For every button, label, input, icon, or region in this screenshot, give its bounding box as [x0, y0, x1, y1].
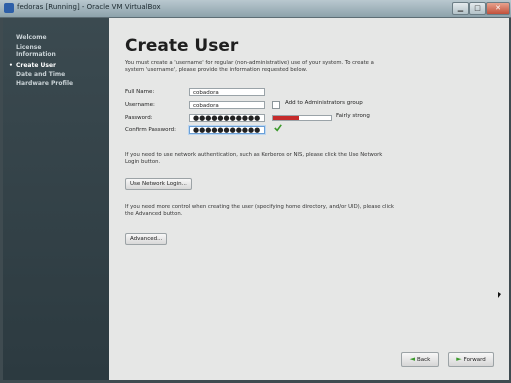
title-bar[interactable]: fedoras [Running] - Oracle VM VirtualBox…	[0, 0, 511, 18]
use-network-login-button[interactable]: Use Network Login...	[125, 178, 192, 190]
virtualbox-icon	[4, 3, 14, 13]
sidebar-item-welcome: Welcome	[16, 34, 47, 41]
sidebar-item-create-user: Create User	[16, 62, 56, 69]
maximize-button[interactable]: □	[469, 2, 486, 15]
password-strength-fill	[273, 116, 300, 120]
password-input[interactable]: ●●●●●●●●●●●	[189, 114, 265, 122]
page-title: Create User	[125, 36, 239, 56]
advanced-text: If you need more control when creating t…	[125, 204, 394, 217]
password-label: Password:	[125, 115, 153, 121]
sidebar: Welcome License Information • Create Use…	[3, 18, 109, 380]
back-arrow-icon: ◄	[409, 355, 416, 363]
intro-text: You must create a 'username' for regular…	[125, 60, 374, 73]
confirm-password-input[interactable]: ●●●●●●●●●●●	[189, 126, 265, 134]
forward-button-label: Forward	[463, 357, 486, 363]
username-input[interactable]: cobadora	[189, 101, 265, 109]
sidebar-item-hardware-profile: Hardware Profile	[16, 80, 74, 87]
confirm-password-label: Confirm Password:	[125, 127, 176, 133]
back-button-label: Back	[417, 357, 431, 363]
active-bullet-icon: •	[9, 62, 13, 69]
username-label: Username:	[125, 102, 155, 108]
admin-group-label: Add to Administrators group	[285, 100, 363, 106]
full-name-input[interactable]: cobadora	[189, 88, 265, 96]
virtualbox-window: fedoras [Running] - Oracle VM VirtualBox…	[0, 0, 511, 383]
mouse-cursor-icon	[498, 292, 501, 298]
forward-button[interactable]: ► Forward	[448, 352, 494, 367]
advanced-button[interactable]: Advanced...	[125, 233, 168, 245]
sidebar-item-date-time: Date and Time	[16, 71, 66, 78]
minimize-button[interactable]: ▁	[452, 2, 469, 15]
main-panel: Create User You must create a 'username'…	[109, 18, 509, 380]
sidebar-item-license: License Information	[16, 44, 56, 58]
forward-arrow-icon: ►	[456, 355, 462, 363]
network-login-text: If you need to use network authenticatio…	[125, 152, 383, 165]
password-strength-bar	[272, 115, 332, 121]
password-strength-label: Fairly strong	[336, 113, 370, 119]
full-name-label: Full Name:	[125, 89, 155, 95]
window-title: fedoras [Running] - Oracle VM VirtualBox	[17, 3, 161, 11]
sidebar-item-create-user-wrap: • Create User	[9, 62, 56, 69]
password-match-check-icon	[274, 124, 282, 132]
admin-group-checkbox[interactable]	[272, 101, 280, 109]
close-button[interactable]: ✕	[486, 2, 510, 15]
back-button[interactable]: ◄ Back	[401, 352, 439, 367]
